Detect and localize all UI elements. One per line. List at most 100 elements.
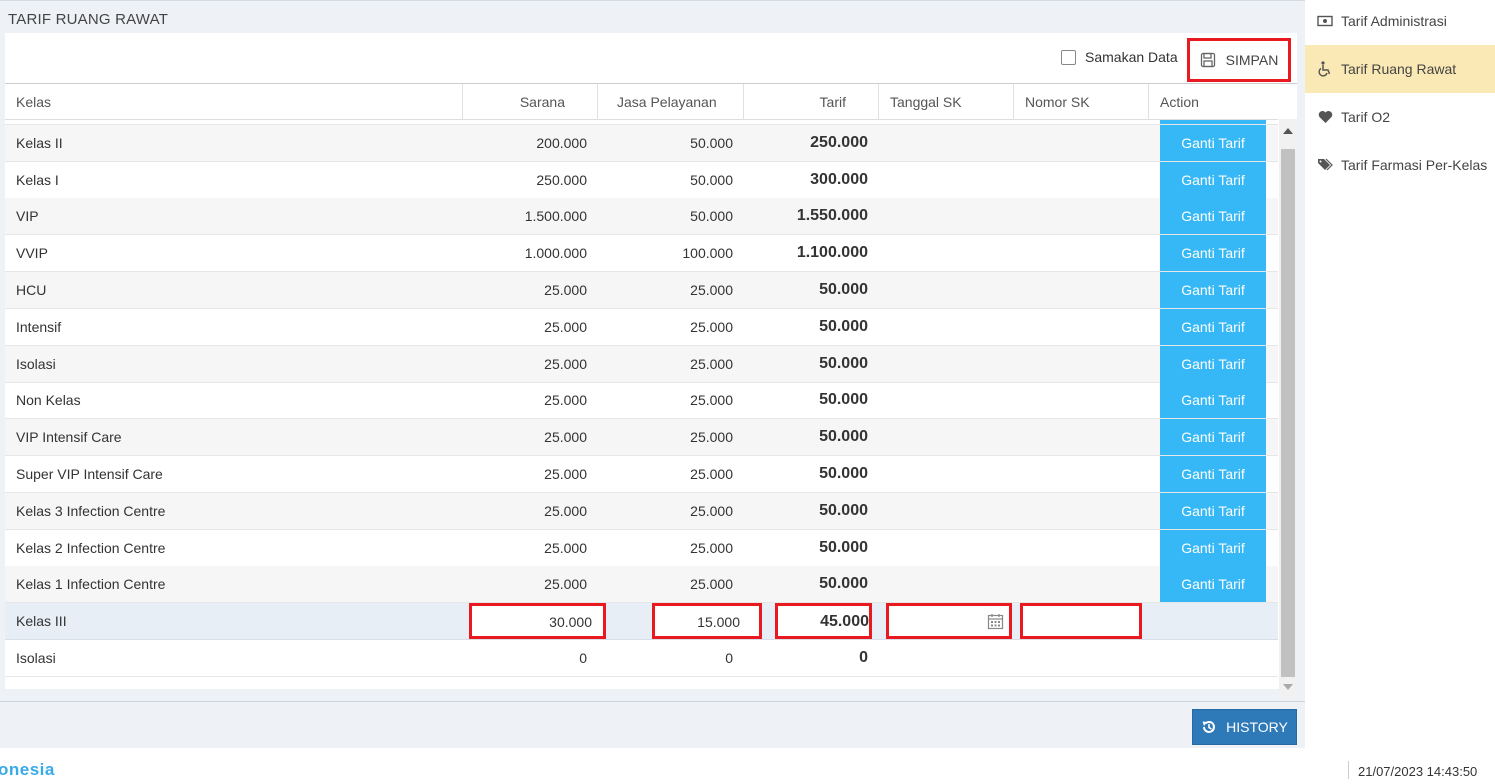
nav-tarif-ruang-rawat[interactable]: Tarif Ruang Rawat [1305, 45, 1495, 93]
table-row: VVIP 1.000.000 100.000 1.100.000 Ganti Tarif [5, 235, 1278, 273]
table-row: Isolasi 0 0 0 [5, 640, 1278, 677]
cell-sarana: 25.000 [544, 392, 587, 409]
tarif-value: 45.000 [820, 613, 869, 631]
table-row: VIP 1.500.000 50.000 1.550.000 Ganti Tarif [5, 198, 1278, 236]
status-datetime: 21/07/2023 14:43:50 [1358, 764, 1478, 779]
ganti-tarif-button[interactable]: Ganti Tarif [1160, 308, 1266, 345]
ganti-tarif-button[interactable]: Ganti Tarif [1160, 456, 1266, 492]
ganti-tarif-button[interactable]: Ganti Tarif [1160, 124, 1266, 161]
col-header-jasa[interactable]: Jasa Pelayanan [617, 84, 717, 120]
cell-tarif: 50.000 [819, 465, 868, 482]
cell-kelas: Intensif [16, 318, 62, 335]
ganti-tarif-button[interactable]: Ganti Tarif [1160, 235, 1266, 272]
nav-tarif-o2[interactable]: Tarif O2 [1305, 93, 1495, 141]
wheelchair-icon [1317, 61, 1333, 77]
cell-kelas: Isolasi [16, 355, 56, 372]
ganti-tarif-button[interactable]: Ganti Tarif [1160, 161, 1266, 198]
ganti-tarif-button[interactable]: Ganti Tarif [1160, 272, 1266, 308]
cell-sarana: 25.000 [544, 318, 587, 335]
cell-jasa: 25.000 [690, 282, 733, 298]
samakan-data-checkbox[interactable]: Samakan Data [1061, 49, 1178, 65]
simpan-button[interactable]: SIMPAN [1187, 38, 1291, 82]
status-bar: onesia 21/07/2023 14:43:50 [0, 756, 1495, 784]
col-header-kelas[interactable]: Kelas [16, 84, 51, 120]
col-header-tarif[interactable]: Tarif [755, 84, 846, 120]
side-nav: Tarif Administrasi Tarif Ruang Rawat Tar… [1305, 0, 1495, 748]
cell-tarif: 300.000 [810, 170, 868, 188]
cell-jasa: 25.000 [690, 466, 733, 482]
brand-logo: onesia [0, 760, 55, 779]
checkbox-icon[interactable] [1061, 49, 1076, 65]
cell-tarif: 1.550.000 [796, 207, 868, 225]
cell-sarana: 250.000 [536, 171, 587, 188]
calendar-icon[interactable] [987, 613, 1004, 633]
cell-kelas: VVIP [16, 245, 48, 262]
table-row: Intensif 25.000 25.000 50.000 Ganti Tarif [5, 308, 1278, 346]
ganti-tarif-button[interactable]: Ganti Tarif [1160, 419, 1266, 456]
nav-tarif-administrasi[interactable]: Tarif Administrasi [1305, 0, 1495, 45]
cell-kelas: Kelas III [16, 613, 67, 630]
ganti-tarif-button[interactable]: Ganti Tarif [1160, 345, 1266, 382]
col-header-tanggal[interactable]: Tanggal SK [890, 84, 962, 120]
toolbar: Samakan Data SIMPAN [5, 33, 1297, 83]
nomor-sk-input[interactable] [1020, 603, 1142, 640]
table-row: VIP Intensif Care 25.000 25.000 50.000 Ganti… [5, 419, 1278, 457]
col-header-action[interactable]: Action [1160, 84, 1199, 120]
cell-kelas: VIP [16, 208, 39, 225]
table-row: Kelas II 200.000 50.000 250.000 Ganti Tarif [5, 124, 1278, 162]
cell-jasa: 25.000 [690, 392, 733, 409]
cell-jasa: 25.000 [690, 355, 733, 372]
table-row-editing: Kelas III 30.000 15.000 45.000 [5, 603, 1278, 641]
grid-header: Kelas Sarana Jasa Pelayanan Tarif Tangga… [5, 84, 1278, 120]
sarana-input[interactable]: 30.000 [469, 603, 606, 640]
save-icon [1200, 52, 1215, 68]
tarif-panel: TARIF RUANG RAWAT Samakan Data SIMPAN No… [0, 0, 1305, 748]
tanggal-sk-input[interactable] [886, 603, 1012, 640]
cell-tarif: 50.000 [819, 391, 868, 409]
table-row: Kelas 1 Infection Centre 25.000 25.000 50.0… [5, 566, 1278, 604]
scroll-thumb[interactable] [1281, 149, 1295, 677]
ganti-tarif-button[interactable]: Ganti Tarif [1160, 198, 1266, 235]
cell-tarif: 250.000 [810, 133, 868, 151]
ganti-tarif-button[interactable]: Ganti Tarif [1160, 529, 1266, 566]
grid-scrollbar[interactable] [1279, 119, 1297, 697]
nav-tarif-farmasi[interactable]: Tarif Farmasi Per-Kelas [1305, 141, 1495, 189]
ganti-tarif-button[interactable]: Ganti Tarif [1160, 382, 1266, 419]
money-icon [1317, 13, 1333, 29]
ganti-tarif-button[interactable]: Ganti Tarif [1160, 492, 1266, 529]
cell-sarana: 0 [579, 650, 587, 666]
tarif-input[interactable]: 45.000 [775, 603, 872, 640]
table-row: Kelas I 250.000 50.000 300.000 Ganti Tarif [5, 161, 1278, 199]
cell-sarana: 25.000 [544, 539, 587, 556]
cell-kelas: Kelas 2 Infection Centre [16, 539, 166, 556]
col-header-nomor[interactable]: Nomor SK [1025, 84, 1090, 120]
scroll-down-icon[interactable] [1283, 684, 1293, 690]
col-header-sarana[interactable]: Sarana [475, 84, 565, 120]
samakan-data-label: Samakan Data [1085, 49, 1178, 65]
panel-title: TARIF RUANG RAWAT [8, 11, 169, 28]
cell-tarif: 50.000 [819, 281, 868, 298]
table-row: Kelas 2 Infection Centre 25.000 25.000 50.0… [5, 529, 1278, 567]
nav-label: Tarif Ruang Rawat [1341, 61, 1457, 77]
cell-jasa: 25.000 [690, 429, 733, 446]
ganti-tarif-button[interactable]: Ganti Tarif [1160, 566, 1266, 603]
table-row: HCU 25.000 25.000 50.000 Ganti Tarif [5, 272, 1278, 309]
cell-sarana: 1.500.000 [524, 208, 587, 225]
table-row: Kelas 3 Infection Centre 25.000 25.000 50.0… [5, 492, 1278, 530]
cell-kelas: Non Kelas [16, 392, 81, 409]
cell-kelas: Kelas 3 Infection Centre [16, 502, 166, 519]
jasa-input[interactable]: 15.000 [652, 603, 762, 640]
cell-kelas: Kelas I [16, 171, 59, 188]
tarif-grid: Non Kelas0002023-03-13 00:0...kjklgjhlgf… [5, 83, 1297, 689]
cell-kelas: HCU [16, 282, 47, 298]
cell-kelas: Kelas II [16, 134, 63, 151]
cell-sarana: 25.000 [544, 576, 587, 593]
history-button[interactable]: HISTORY [1192, 709, 1297, 745]
cell-sarana: 25.000 [544, 502, 587, 519]
scroll-up-icon[interactable] [1283, 128, 1293, 134]
nav-label: Tarif O2 [1341, 109, 1391, 125]
cell-tarif: 50.000 [819, 501, 868, 519]
cell-sarana: 25.000 [544, 355, 587, 372]
cell-tarif: 1.100.000 [796, 244, 868, 262]
cell-jasa: 25.000 [690, 502, 733, 519]
